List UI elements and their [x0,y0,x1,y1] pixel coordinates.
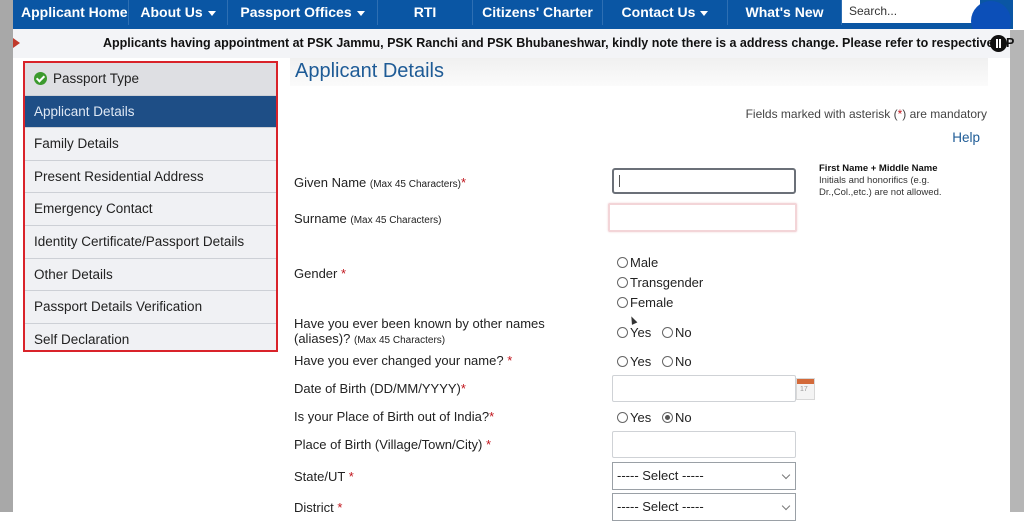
state-label: State/UT * [294,469,354,484]
mouse-cursor-icon [628,315,638,325]
sidebar-item-label: Applicant Details [34,103,135,119]
gender-label: Gender * [294,266,347,281]
ticker-text: Applicants having appointment at PSK Jam… [103,36,1015,50]
caret-down-icon [700,10,709,16]
nav-passport-offices[interactable]: Passport Offices [228,0,378,25]
sidebar-item-label: Passport Type [53,71,140,86]
sidebar-item-self-declaration[interactable]: Self Declaration [25,324,276,357]
gender-female-radio[interactable]: Female [617,295,673,310]
sidebar-item-label: Identity Certificate/Passport Details [34,233,245,249]
sidebar-item-identity-certificate[interactable]: Identity Certificate/Passport Details [25,226,276,259]
sidebar-item-label: Passport Details Verification [34,299,203,315]
dob-label: Date of Birth (DD/MM/YYYY)* [294,381,466,396]
radio-icon [617,277,628,288]
changed-name-no-radio[interactable]: No [662,354,692,369]
nav-rti[interactable]: RTI [378,0,473,25]
given-name-label: Given Name (Max 45 Characters)* [294,175,467,190]
pob-outside-no-radio[interactable]: No [662,410,692,425]
radio-icon [662,327,673,338]
place-of-birth-label: Place of Birth (Village/Town/City) * [294,437,492,452]
section-heading: Applicant Details [290,58,988,86]
gender-male-radio[interactable]: Male [617,255,658,270]
nav-about-us[interactable]: About Us [129,0,228,25]
sidebar-item-applicant-details[interactable]: Applicant Details [25,95,276,129]
nav-label: About Us [140,4,203,20]
surname-input[interactable] [608,203,797,232]
changed-name-yes-radio[interactable]: Yes [617,354,651,369]
state-select[interactable]: ----- Select ----- [612,462,796,490]
sidebar-item-label: Present Residential Address [34,168,204,184]
sidebar-item-present-address[interactable]: Present Residential Address [25,161,276,194]
sidebar-item-passport-verification[interactable]: Passport Details Verification [25,291,276,324]
mandatory-note: Fields marked with asterisk (*) are mand… [745,107,987,121]
changed-name-label: Have you ever changed your name? * [294,353,513,368]
nav-applicant-home[interactable]: Applicant Home [13,0,129,25]
announcement-ticker: Applicants having appointment at PSK Jam… [13,29,1014,58]
window-right-edge [1010,30,1024,512]
pob-outside-label: Is your Place of Birth out of India?* [294,409,495,424]
given-name-input[interactable] [612,168,796,194]
nav-label: Citizens' Charter [482,4,593,20]
ticker-arrow-icon [13,38,20,48]
nav-contact-us[interactable]: Contact Us [603,0,728,25]
radio-icon [617,412,628,423]
sidebar-item-family-details[interactable]: Family Details [25,128,276,161]
sidebar-item-passport-type[interactable]: Passport Type [25,63,276,96]
gender-transgender-radio[interactable]: Transgender [617,275,703,290]
search-input[interactable]: Search... [842,0,980,25]
sidebar-item-emergency-contact[interactable]: Emergency Contact [25,193,276,226]
radio-selected-icon [662,412,673,423]
sidebar-item-other-details[interactable]: Other Details [25,259,276,292]
district-label: District * [294,500,343,515]
window-left-edge [0,0,13,512]
page-title: Applicant Details [295,60,444,82]
calendar-icon[interactable]: 17 [796,378,815,400]
place-of-birth-input[interactable] [612,431,796,458]
radio-icon [617,327,628,338]
aliases-no-radio[interactable]: No [662,325,692,340]
surname-label: Surname (Max 45 Characters) [294,211,442,226]
nav-label: What's New [745,4,824,20]
nav-label: RTI [413,4,437,20]
nav-citizens-charter[interactable]: Citizens' Charter [473,0,603,25]
check-icon [34,72,47,85]
caret-down-icon [356,10,365,16]
radio-icon [617,297,628,308]
chevron-down-icon [781,501,791,511]
nav-label: Contact Us [621,4,696,20]
nav-label: Applicant Home [21,4,128,20]
radio-icon [617,356,628,367]
chevron-down-icon [781,470,791,480]
sidebar-item-label: Other Details [34,266,113,282]
sidebar-item-label: Self Declaration [34,331,130,347]
application-steps-sidebar: Passport Type Applicant Details Family D… [23,61,278,352]
dob-input[interactable] [612,375,796,402]
aliases-label: Have you ever been known by other names(… [294,316,545,346]
radio-icon [617,257,628,268]
pause-icon[interactable] [990,35,1007,52]
pob-outside-yes-radio[interactable]: Yes [617,410,651,425]
radio-icon [662,356,673,367]
sidebar-item-label: Emergency Contact [34,201,153,217]
given-name-hint: First Name + Middle Name Initials and hon… [819,163,942,198]
district-select[interactable]: ----- Select ----- [612,493,796,521]
help-link[interactable]: Help [952,130,980,145]
sidebar-item-label: Family Details [34,136,119,152]
caret-down-icon [207,10,216,16]
nav-whats-new[interactable]: What's New [728,0,842,25]
nav-label: Passport Offices [240,4,352,20]
aliases-yes-radio[interactable]: Yes [617,325,651,340]
